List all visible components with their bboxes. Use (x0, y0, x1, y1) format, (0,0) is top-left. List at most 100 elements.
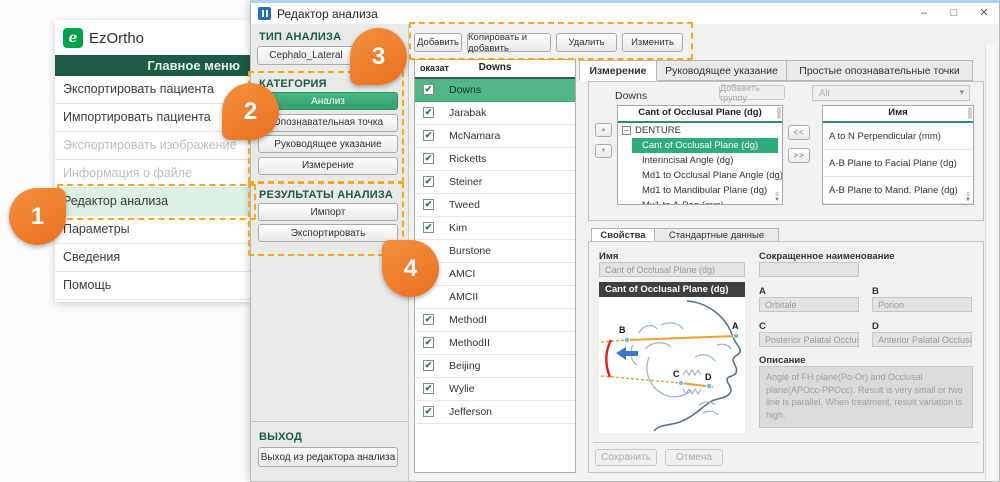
analysis-row[interactable]: ✔McNamara (415, 125, 575, 148)
description-field[interactable]: Angle of FH plane(Po-Or) and Occlusal pl… (759, 366, 973, 428)
move-up-button[interactable]: ▲ (595, 123, 612, 137)
analysis-name: Kim (449, 217, 467, 239)
window-controls: – □ ✕ (909, 3, 999, 24)
analysis-checkbox[interactable]: ✔ (423, 406, 434, 417)
scroll-more-icon[interactable]: ≡▼ (774, 193, 780, 203)
short-name-field[interactable] (759, 262, 859, 277)
analysis-checkbox[interactable]: ✔ (423, 153, 434, 164)
tree-root-denture[interactable]: − DENTURE (618, 123, 782, 138)
measurement-image-title: Cant of Occlusal Plane (dg) (599, 282, 745, 297)
add-group-button[interactable]: Добавить группу (719, 85, 785, 100)
analysis-checkbox[interactable]: ✔ (423, 337, 434, 348)
move-right-button[interactable]: >> (788, 148, 810, 163)
point-field-d[interactable]: Anterior Palatal Occlusal (872, 332, 972, 347)
analysis-checkbox[interactable]: ✔ (423, 383, 434, 394)
category-button[interactable]: Опознавательная точка (258, 114, 398, 132)
analysis-row[interactable]: AMCII (415, 286, 575, 309)
tab-1[interactable]: Измерение (579, 60, 657, 81)
analysis-name: AMCI (449, 263, 475, 285)
sidebar-item-normal[interactable]: Сведения (55, 244, 250, 272)
point-field-b[interactable]: Porion (872, 297, 972, 312)
tree-item[interactable]: Md1 to Occlusal Plane Angle (dg) (618, 168, 782, 183)
analysis-row[interactable]: ✔Tweed (415, 194, 575, 217)
save-button[interactable]: Сохранить (595, 449, 657, 466)
analysis-checkbox[interactable]: ✔ (423, 360, 434, 371)
point-field-c[interactable]: Posterior Palatal Occlusal (759, 332, 859, 347)
results-button[interactable]: Импорт (258, 203, 398, 221)
svg-text:A: A (732, 321, 739, 331)
analysis-row[interactable]: ✔ Kim (415, 217, 575, 240)
analysis-checkbox[interactable]: ✔ (423, 222, 434, 233)
sidebar-item-normal[interactable]: Экспортировать пациента (55, 76, 250, 104)
analysis-row[interactable]: ✔Beijing (415, 355, 575, 378)
analysis-row[interactable]: AMCI (415, 263, 575, 286)
toolbar-button[interactable]: Удалить (556, 33, 617, 52)
scroll-more-icon[interactable]: ≡▼ (965, 193, 971, 203)
tree-item[interactable]: Md1 to Mandibular Plane (dg) (618, 183, 782, 198)
measurement-box: Downs Добавить группу All ▾ ▲ ▼ Cant of … (588, 81, 984, 221)
close-button[interactable]: ✕ (969, 3, 999, 24)
category-button[interactable]: Измерение (258, 157, 398, 175)
cancel-button[interactable]: Отмена (665, 449, 723, 466)
results-header: РЕЗУЛЬТАТЫ АНАЛИЗА (259, 189, 393, 201)
point-label-b: B (872, 286, 879, 297)
sidebar-item-normal[interactable]: Импортировать пациента (55, 104, 250, 132)
sidebar-item-normal[interactable]: Параметры (55, 216, 250, 244)
analysis-checkbox[interactable]: ✔ (423, 130, 434, 141)
tree-item[interactable]: Mx1 to A-Pog (mm) (618, 198, 782, 205)
analysis-checkbox[interactable]: ✔ (423, 199, 434, 210)
analysis-checkbox[interactable]: ✔ (423, 107, 434, 118)
tab-3[interactable]: Простые опознавательные точки (787, 60, 973, 81)
exit-header: ВЫХОД (259, 431, 302, 443)
move-left-button[interactable]: << (788, 125, 810, 140)
analysis-row[interactable]: Burstone (415, 240, 575, 263)
tree-collapse-icon[interactable]: − (622, 126, 631, 135)
toolbar-button[interactable]: Изменить (622, 33, 683, 52)
analysis-row[interactable]: ✔Steiner (415, 171, 575, 194)
list-item[interactable]: A-B Plane to Facial Plane (dg) (823, 150, 973, 177)
point-field-a[interactable]: Orbitale (759, 297, 859, 312)
tab-2[interactable]: Руководящее указание (657, 60, 787, 81)
exit-editor-button[interactable]: Выход из редактора анализа (258, 447, 398, 467)
tree-item[interactable]: Cant of Occlusal Plane (dg) (632, 138, 778, 153)
properties-tab[interactable]: Свойства (591, 228, 655, 242)
analysis-type-button[interactable]: Cephalo_Lateral (257, 46, 355, 65)
scrollbar-thumb[interactable] (777, 107, 781, 119)
app-logo: e EzOrtho (63, 27, 144, 49)
category-button[interactable]: Руководящее указание (258, 135, 398, 153)
sidebar-item-selected[interactable]: Редактор анализа (55, 188, 250, 216)
tree-item[interactable]: Interincisal Angle (dg) (618, 153, 782, 168)
analysis-row[interactable]: ✔MethodI (415, 309, 575, 332)
category-button[interactable]: Анализ (258, 92, 398, 110)
properties-tab[interactable]: Стандартные данные (655, 228, 779, 242)
filter-select[interactable]: All ▾ (812, 85, 970, 101)
name-field[interactable]: Cant of Occlusal Plane (dg) (599, 262, 745, 277)
cephalometric-diagram: B A C D (599, 297, 745, 433)
selected-measurements-list: Cant of Occlusal Plane (dg) − DENTURE Ca… (617, 105, 783, 205)
main-menu-header: Главное меню (55, 55, 250, 76)
svg-text:C: C (673, 369, 680, 379)
list-item[interactable]: ANB (dg) (823, 204, 973, 205)
analysis-row[interactable]: ✔Jarabak (415, 102, 575, 125)
maximize-button[interactable]: □ (939, 3, 969, 24)
screen: e EzOrtho Главное меню Экспортировать па… (0, 0, 1000, 482)
description-label: Описание (759, 355, 806, 366)
toolbar-button[interactable]: Добавить (414, 33, 462, 52)
sidebar-item-normal[interactable]: Помощь (55, 272, 250, 300)
analysis-checkbox[interactable]: ✔ (423, 176, 434, 187)
analysis-checkbox[interactable]: ✔ (423, 314, 434, 325)
analysis-row[interactable]: ✔MethodII (415, 332, 575, 355)
analysis-row[interactable]: ✔Downs (415, 79, 575, 102)
analysis-row[interactable]: ✔Jefferson (415, 401, 575, 424)
analysis-checkbox[interactable]: ✔ (423, 84, 434, 95)
analysis-row[interactable]: ✔Wylie (415, 378, 575, 401)
results-button[interactable]: Экспортировать (258, 224, 398, 242)
list-item[interactable]: A to N Perpendicular (mm) (823, 123, 973, 150)
toolbar-button[interactable]: Копировать и добавить (467, 33, 551, 52)
window-scrollbar[interactable] (985, 45, 997, 479)
analysis-row[interactable]: ✔Ricketts (415, 148, 575, 171)
list-item[interactable]: A-B Plane to Mand. Plane (dg) (823, 177, 973, 204)
minimize-button[interactable]: – (909, 3, 939, 24)
move-down-button[interactable]: ▼ (595, 144, 612, 158)
scrollbar-thumb[interactable] (968, 107, 972, 119)
